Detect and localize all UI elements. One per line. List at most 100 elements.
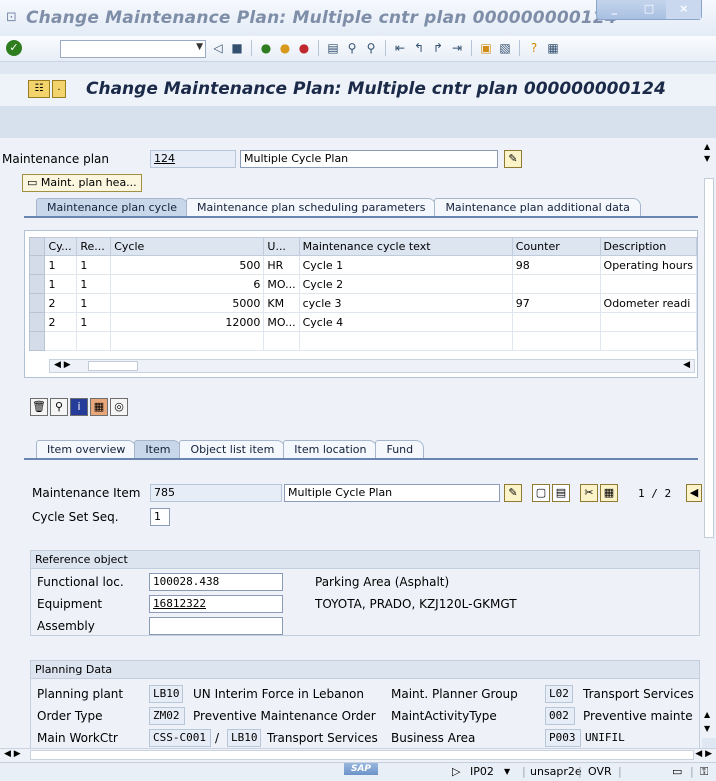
scroll-right-icon[interactable]: ◀ <box>683 360 690 370</box>
scroll-thumb[interactable] <box>30 750 694 760</box>
table-cell[interactable]: 1 <box>76 255 112 275</box>
table-cell[interactable]: MO... <box>263 274 300 294</box>
scroll-right-icon[interactable]: ◀ ▶ <box>695 749 712 759</box>
column-header[interactable]: Description <box>599 237 698 256</box>
first-page-icon[interactable]: ⇤ <box>392 40 408 56</box>
maintenance-item-number[interactable]: 785 <box>150 484 282 502</box>
workcenter-plant-field[interactable]: LB10 <box>227 729 261 747</box>
tab-item-location[interactable]: Item location <box>283 440 378 458</box>
table-cell[interactable] <box>599 274 698 294</box>
exit-icon[interactable]: ● <box>277 40 293 56</box>
table-cell[interactable]: 12000 <box>110 312 265 332</box>
table-row[interactable] <box>28 331 698 351</box>
table-row[interactable]: 2 1 5000 KM cycle 3 97 Odometer readi <box>28 293 698 313</box>
last-page-icon[interactable]: ⇥ <box>449 40 465 56</box>
next-page-icon[interactable]: ↱ <box>430 40 446 56</box>
scroll-thumb[interactable] <box>88 361 138 371</box>
horizontal-scrollbar[interactable]: ◀ ▶ ◀ ▶ <box>0 748 716 762</box>
connection-icon[interactable]: ▭ <box>672 765 682 778</box>
new-session-icon[interactable]: ▣ <box>478 40 494 56</box>
functional-location-field[interactable]: 100028.438 <box>149 573 283 591</box>
maximize-button[interactable]: □ <box>632 0 667 19</box>
tab-fund[interactable]: Fund <box>375 440 425 458</box>
menu-dropdown-icon[interactable]: . <box>52 80 66 98</box>
info-icon[interactable]: i <box>70 398 88 416</box>
table-cell[interactable]: 1 <box>44 274 78 294</box>
close-button[interactable]: × <box>666 0 702 19</box>
table-horizontal-scrollbar[interactable]: ◀ ▶ ◀ <box>49 359 695 373</box>
row-selector[interactable] <box>28 255 46 275</box>
table-cell[interactable] <box>511 274 601 294</box>
tab-scheduling-parameters[interactable]: Maintenance plan scheduling parameters <box>186 198 437 216</box>
table-cell[interactable]: 2 <box>44 293 78 313</box>
print-icon[interactable]: ▤ <box>325 40 341 56</box>
table-cell[interactable]: 1 <box>76 293 112 313</box>
window-menu-icon[interactable]: ⊡ <box>6 10 17 25</box>
vertical-scrollbar[interactable]: ▲ ▼ ▲ ▼ <box>702 138 716 738</box>
row-selector[interactable] <box>28 293 46 313</box>
table-cell[interactable]: 1 <box>76 274 112 294</box>
column-header[interactable]: U... <box>263 237 300 256</box>
system-dropdown-icon[interactable]: ▼ <box>504 767 510 776</box>
long-text-icon[interactable]: ✎ <box>504 484 522 502</box>
row-selector[interactable] <box>28 331 46 351</box>
scroll-down-icon[interactable]: ▼ <box>704 154 710 163</box>
previous-item-icon[interactable]: ◀ <box>686 484 702 502</box>
table-cell[interactable]: 1 <box>44 255 78 275</box>
command-field[interactable]: ▼ <box>60 40 206 58</box>
minimize-button[interactable]: _ <box>597 0 632 19</box>
back-nav-icon[interactable]: ● <box>258 40 274 56</box>
save-icon[interactable]: ■ <box>229 40 245 56</box>
dropdown-icon[interactable]: ▼ <box>196 42 203 52</box>
maintenance-plan-number[interactable]: 124 <box>150 150 236 168</box>
table-row[interactable]: 2 1 12000 MO... Cycle 4 <box>28 312 698 332</box>
column-header[interactable]: Re... <box>76 237 112 256</box>
delete-icon[interactable]: 🗑 <box>30 398 48 416</box>
menu-icon[interactable]: ☷ <box>28 80 50 98</box>
enter-icon[interactable]: ✓ <box>6 40 22 56</box>
scroll-down-icon[interactable]: ▼ <box>704 724 710 733</box>
cycle-set-field[interactable]: 1 <box>150 508 170 526</box>
scroll-up-icon[interactable]: ▲ <box>704 142 710 151</box>
table-cell[interactable]: Cycle 1 <box>298 255 513 275</box>
plan-header-button[interactable]: ▭ Maint. plan hea... <box>22 174 142 192</box>
scroll-thumb[interactable] <box>704 178 714 538</box>
maintenance-item-text[interactable]: Multiple Cycle Plan <box>284 484 500 502</box>
table-cell[interactable]: 98 <box>511 255 601 275</box>
back-icon[interactable]: ◁ <box>210 40 226 56</box>
table-cell[interactable]: cycle 3 <box>298 293 513 313</box>
planner-group-field[interactable]: L02 <box>545 685 573 703</box>
column-header[interactable]: Maintenance cycle text <box>298 237 513 256</box>
table-cell[interactable]: MO... <box>263 312 300 332</box>
table-cell[interactable]: Cycle 2 <box>298 274 513 294</box>
layout-icon[interactable]: ▦ <box>545 40 561 56</box>
edit-list-icon[interactable]: ▦ <box>600 484 618 502</box>
table-cell[interactable]: Cycle 4 <box>298 312 513 332</box>
table-row[interactable]: 1 1 500 HR Cycle 1 98 Operating hours <box>28 255 698 275</box>
main-workcenter-field[interactable]: CSS-C001 <box>149 729 211 747</box>
shortcut-icon[interactable]: ▧ <box>497 40 513 56</box>
order-type-field[interactable]: ZM02 <box>149 707 185 725</box>
column-header[interactable]: Cy... <box>44 237 78 256</box>
insert-mode-field[interactable]: OVR <box>588 765 612 778</box>
table-cell[interactable]: 6 <box>110 274 265 294</box>
row-select-header[interactable] <box>28 237 46 256</box>
table-cell[interactable]: KM <box>263 293 300 313</box>
tab-item[interactable]: Item <box>134 440 182 458</box>
equipment-field[interactable]: 16812322 <box>149 595 283 613</box>
column-header[interactable]: Counter <box>511 237 601 256</box>
tab-maintenance-plan-cycle[interactable]: Maintenance plan cycle <box>36 198 189 216</box>
copy-icon[interactable]: ▤ <box>552 484 570 502</box>
assembly-field[interactable] <box>149 617 283 635</box>
table-cell[interactable]: Odometer readi <box>599 293 698 313</box>
cycle-icon[interactable]: ◎ <box>110 398 128 416</box>
document-icon[interactable]: ▢ <box>532 484 550 502</box>
table-cell[interactable]: 97 <box>511 293 601 313</box>
table-cell[interactable]: Operating hours <box>599 255 698 275</box>
table-row[interactable]: 1 1 6 MO... Cycle 2 <box>28 274 698 294</box>
binoculars-icon[interactable]: ⚲ <box>50 398 68 416</box>
tab-additional-data[interactable]: Maintenance plan additional data <box>434 198 641 216</box>
scroll-left-icon[interactable]: ◀ ▶ <box>54 360 71 370</box>
scroll-left-icon[interactable]: ◀ ▶ <box>4 749 21 759</box>
system-field[interactable]: IP02 <box>470 765 494 778</box>
